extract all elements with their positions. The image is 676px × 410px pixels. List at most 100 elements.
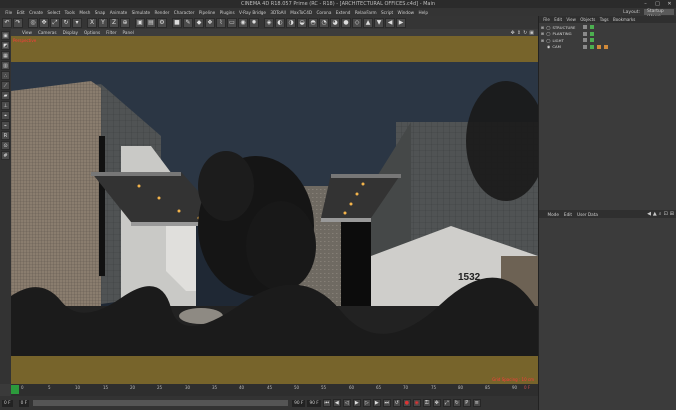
enable-axis-icon[interactable]: ⊥ (1, 101, 10, 110)
coordinate-system-icon[interactable]: ⊕ (120, 17, 130, 28)
menu-select[interactable]: Select (45, 10, 62, 15)
previous-key-icon[interactable]: ◀ (332, 399, 341, 407)
array-icon[interactable]: ❖ (205, 17, 215, 28)
zoom-icon[interactable]: ⇕ (517, 30, 521, 36)
attributes-menu-mode[interactable]: Mode (545, 212, 561, 217)
menu-file[interactable]: File (3, 10, 14, 15)
minimize-button[interactable]: – (641, 0, 650, 8)
protection-tag-icon[interactable] (604, 44, 609, 49)
redo-icon[interactable]: ↷ (13, 17, 23, 28)
object-row[interactable]: ◉ CAM (539, 44, 676, 51)
attributes-menu-edit[interactable]: Edit (561, 212, 574, 217)
plugin-icon-5[interactable]: ◓ (308, 17, 318, 28)
menu-simulate[interactable]: Simulate (129, 10, 152, 15)
menu-maxtoc4d[interactable]: MaxToC4D (288, 10, 314, 15)
menu-vray-bridge[interactable]: V-Ray Bridge (237, 10, 268, 15)
model-mode-icon[interactable]: ◩ (1, 41, 10, 50)
tweak-icon[interactable]: ⌖ (1, 111, 10, 120)
up-arrow-icon[interactable]: ▲ (653, 211, 657, 217)
back-arrow-icon[interactable]: ◀ (647, 211, 651, 217)
menu-plugins[interactable]: Plugins (217, 10, 236, 15)
viewport-menu-options[interactable]: Options (81, 30, 103, 35)
plugin-icon-10[interactable]: ▲ (363, 17, 373, 28)
camera-tag-icon[interactable] (597, 44, 602, 49)
search-icon[interactable]: ⌕ (659, 211, 662, 217)
z-axis-icon[interactable]: Z (109, 17, 119, 28)
plugin-icon-11[interactable]: ▼ (374, 17, 384, 28)
parameter-key-icon[interactable]: P (462, 399, 471, 407)
recent-tools-icon[interactable]: ▾ (72, 17, 82, 28)
timeline-ruler[interactable]: 0 5 10 15 20 25 30 35 40 45 50 55 60 65 … (11, 384, 538, 396)
next-frame-icon[interactable]: ▷ (362, 399, 371, 407)
make-editable-icon[interactable]: ▣ (1, 31, 10, 40)
menu-help[interactable]: Help (416, 10, 430, 15)
orbit-icon[interactable]: ↻ (523, 30, 527, 36)
lock-icon[interactable]: ⊙ (1, 141, 10, 150)
viewport-menu-cameras[interactable]: Cameras (35, 30, 60, 35)
objects-menu-tags[interactable]: Tags (598, 17, 611, 22)
objects-menu-file[interactable]: File (541, 17, 552, 22)
undo-icon[interactable]: ↶ (2, 17, 12, 28)
preview-end-field[interactable]: 90 F (307, 399, 321, 407)
previous-frame-icon[interactable]: ◁ (342, 399, 351, 407)
floor-icon[interactable]: ▭ (227, 17, 237, 28)
viewport-menu-view[interactable]: View (19, 30, 35, 35)
attributes-menu-user-data[interactable]: User Data (575, 212, 601, 217)
expand-icon[interactable]: ⊞ (541, 25, 544, 30)
subdivision-icon[interactable]: ◆ (194, 17, 204, 28)
timeline-menu-icon[interactable]: ≡ (472, 399, 481, 407)
plugin-icon-6[interactable]: ◔ (319, 17, 329, 28)
go-to-end-icon[interactable]: ⏭ (382, 399, 391, 407)
record-icon[interactable]: ● (402, 399, 411, 407)
menu-pipeline[interactable]: Pipeline (197, 10, 218, 15)
new-window-icon[interactable]: ⊞ (670, 211, 674, 217)
expand-icon[interactable]: ⊞ (541, 31, 544, 36)
deformer-icon[interactable]: ⌇ (216, 17, 226, 28)
visibility-dot-icon[interactable] (583, 38, 588, 43)
pan-icon[interactable]: ✥ (511, 30, 515, 36)
scale-key-icon[interactable]: ⤢ (442, 399, 451, 407)
menu-window[interactable]: Window (395, 10, 416, 15)
next-key-icon[interactable]: ▶ (372, 399, 381, 407)
current-frame-field[interactable]: 0 F (18, 399, 30, 407)
visibility-dot-icon[interactable] (583, 25, 588, 30)
polygons-mode-icon[interactable]: ▰ (1, 91, 10, 100)
menu-script[interactable]: Script (379, 10, 396, 15)
rotation-key-icon[interactable]: ↻ (452, 399, 461, 407)
grid-icon[interactable]: # (1, 151, 10, 160)
close-button[interactable]: ✕ (665, 0, 674, 8)
plugin-icon-13[interactable]: ▶ (396, 17, 406, 28)
menu-relaxfarm[interactable]: RelaxFarm (353, 10, 379, 15)
viewport-menu-display[interactable]: Display (60, 30, 81, 35)
plugin-icon-1[interactable]: ◈ (264, 17, 274, 28)
position-key-icon[interactable]: ✥ (432, 399, 441, 407)
playhead[interactable] (11, 385, 19, 394)
preview-range-slider[interactable] (33, 400, 289, 406)
live-select-icon[interactable]: ◎ (28, 17, 38, 28)
menu-create[interactable]: Create (27, 10, 45, 15)
snap-icon[interactable]: ⌁ (1, 121, 10, 130)
light-icon[interactable]: ✹ (249, 17, 259, 28)
menu-character[interactable]: Character (172, 10, 197, 15)
camera-icon[interactable]: ◉ (238, 17, 248, 28)
menu-3dtoall[interactable]: 3DToAll (268, 10, 288, 15)
loop-icon[interactable]: ↺ (392, 399, 401, 407)
move-icon[interactable]: ✥ (39, 17, 49, 28)
plugin-icon-3[interactable]: ◑ (286, 17, 296, 28)
play-icon[interactable]: ▶ (352, 399, 361, 407)
visibility-dot-icon[interactable] (583, 31, 588, 36)
objects-menu-edit[interactable]: Edit (552, 17, 564, 22)
render-icon[interactable]: R (1, 131, 10, 140)
visibility-dot-icon[interactable] (583, 44, 588, 49)
x-axis-icon[interactable]: X (87, 17, 97, 28)
menu-snap[interactable]: Snap (93, 10, 108, 15)
autokey-icon[interactable]: ◉ (412, 399, 421, 407)
go-to-start-icon[interactable]: ⏮ (322, 399, 331, 407)
menu-tools[interactable]: Tools (62, 10, 77, 15)
viewport-menu-panel[interactable]: Panel (120, 30, 137, 35)
edges-mode-icon[interactable]: ⟋ (1, 81, 10, 90)
rotate-icon[interactable]: ↻ (61, 17, 71, 28)
enabled-check-icon[interactable] (590, 38, 595, 43)
plugin-icon-8[interactable]: ● (341, 17, 351, 28)
menu-render[interactable]: Render (152, 10, 171, 15)
